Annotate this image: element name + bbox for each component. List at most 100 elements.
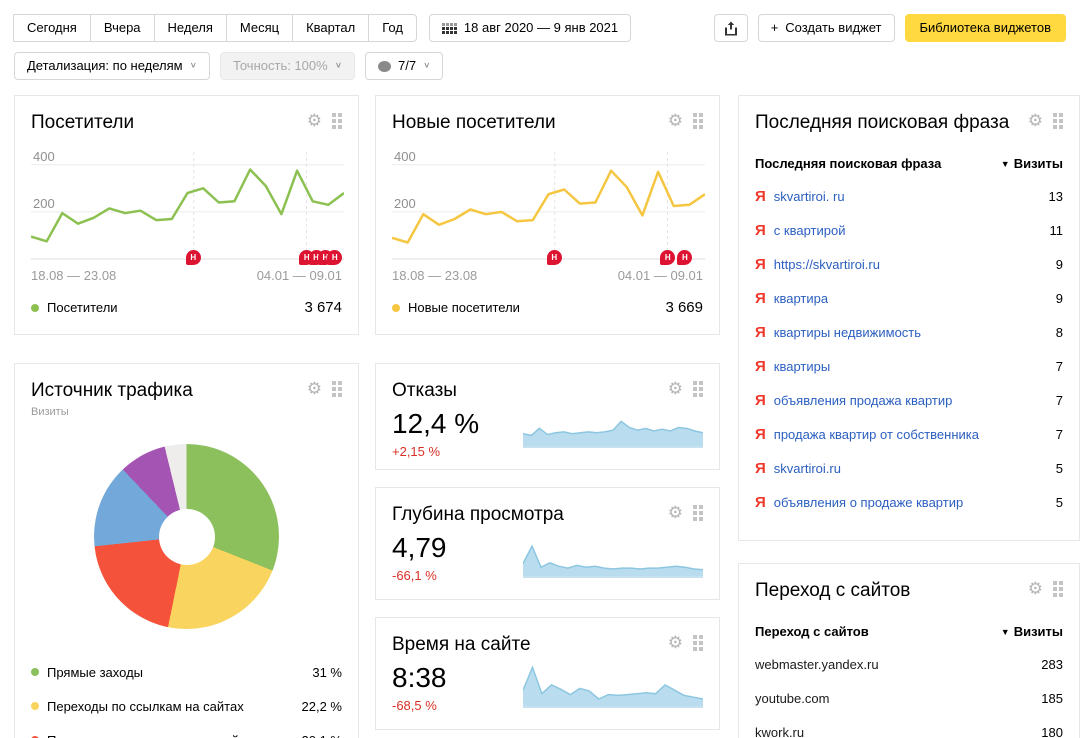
legend-dot (31, 668, 39, 676)
widget-title: Новые посетители (392, 112, 556, 133)
accuracy-label: Точность: 100% (232, 58, 328, 73)
toolbar-periods: Сегодня Вчера Неделя Месяц Квартал Год 18 авг… (13, 14, 632, 42)
time-sparkline[interactable] (522, 660, 704, 713)
share-icon (724, 21, 737, 35)
gear-icon[interactable]: ⚙ (668, 112, 683, 129)
drag-handle-icon[interactable] (1053, 112, 1063, 129)
new-visitors-line-chart[interactable]: 400 200 Н Н Н (391, 148, 706, 265)
gear-icon[interactable]: ⚙ (668, 380, 683, 397)
site-label: youtube.com (755, 690, 830, 706)
chevron-down-icon: ∨ (423, 61, 431, 70)
create-widget-button[interactable]: + Создать виджет (757, 14, 895, 42)
toolbar-actions: + Создать виджет Библиотека виджетов (713, 14, 1066, 42)
table-row: Я https://skvartiroi.ru 9 (755, 247, 1063, 281)
period-button[interactable]: Год (368, 14, 417, 42)
visits-value: 13 (1048, 188, 1063, 204)
gear-icon[interactable]: ⚙ (307, 380, 322, 397)
legend-row: Переходы из социальных сетей 20,1 % (31, 723, 342, 738)
gear-icon[interactable]: ⚙ (668, 634, 683, 651)
period-button[interactable]: Неделя (153, 14, 227, 42)
table-row: Я объявления о продаже квартир 5 (755, 485, 1063, 519)
widget-library-button[interactable]: Библиотека виджетов (904, 14, 1066, 42)
phrase-link[interactable]: skvartiroi. ru (774, 189, 845, 204)
period-button[interactable]: Квартал (292, 14, 370, 42)
visits-value: 283 (1041, 656, 1063, 672)
note-annotation-badge[interactable]: Н (327, 250, 343, 265)
export-button[interactable] (713, 14, 748, 42)
legend-label: Переходы из социальных сетей (47, 733, 239, 738)
table-row: youtube.com 185 (755, 681, 1063, 715)
drag-handle-icon[interactable] (332, 380, 342, 397)
legend-dot (31, 702, 39, 710)
yandex-icon: Я (755, 255, 766, 273)
visits-value: 180 (1041, 724, 1063, 738)
table-row: Я продажа квартир от собственника 7 (755, 417, 1063, 451)
column-header-visits[interactable]: ▼ Визиты (1001, 156, 1063, 171)
toolbar-filters: Детализация: по неделям ∨ Точность: 100%… (14, 52, 444, 80)
visits-value: 185 (1041, 690, 1063, 706)
period-button[interactable]: Вчера (89, 14, 155, 42)
period-button[interactable]: Сегодня (13, 14, 91, 42)
phrase-link[interactable]: продажа квартир от собственника (774, 427, 979, 442)
gear-icon[interactable]: ⚙ (668, 504, 683, 521)
phrase-link[interactable]: https://skvartiroi.ru (774, 257, 880, 272)
detalization-dropdown[interactable]: Детализация: по неделям ∨ (14, 52, 210, 80)
drag-handle-icon[interactable] (693, 380, 703, 397)
note-annotation-badge[interactable]: Н (660, 250, 676, 265)
visits-value: 5 (1055, 494, 1063, 510)
drag-handle-icon[interactable] (693, 504, 703, 521)
legend-total: 3 669 (665, 299, 703, 316)
widget-referral-sites: Переход с сайтов ⚙ Переход с сайтов ▼ Виз… (738, 563, 1080, 738)
phrase-link[interactable]: квартиры (774, 359, 830, 374)
widget-page-depth: Глубина просмотра ⚙ 4,79 -66,1 % (375, 487, 720, 600)
gear-icon[interactable]: ⚙ (1028, 112, 1043, 129)
widget-title: Переход с сайтов (755, 580, 911, 601)
drag-handle-icon[interactable] (693, 634, 703, 651)
drag-handle-icon[interactable] (1053, 580, 1063, 597)
column-header-phrase[interactable]: Последняя поисковая фраза (755, 156, 941, 171)
bounce-sparkline[interactable] (522, 400, 704, 453)
visitors-line-chart[interactable]: 400 200 Н Н Н Н Н (30, 148, 345, 265)
widget-search-phrases: Последняя поисковая фраза ⚙ Последняя по… (738, 95, 1080, 541)
yandex-icon: Я (755, 425, 766, 443)
period-button[interactable]: Месяц (225, 14, 294, 42)
phrase-link[interactable]: skvartiroi.ru (774, 461, 841, 476)
legend-value: 22,2 % (301, 698, 342, 714)
drag-handle-icon[interactable] (332, 112, 342, 129)
notes-dropdown[interactable]: 7/7 ∨ (365, 52, 444, 80)
gear-icon[interactable]: ⚙ (1028, 580, 1043, 597)
visits-value: 5 (1055, 460, 1063, 476)
gear-icon[interactable]: ⚙ (307, 112, 322, 129)
legend-dot (392, 303, 400, 312)
traffic-source-pie-chart[interactable] (94, 444, 279, 629)
phrase-link[interactable]: квартиры недвижимость (774, 325, 921, 340)
notes-count: 7/7 (398, 58, 417, 73)
detalization-label: Детализация: по неделям (27, 58, 183, 73)
period-selector: Сегодня Вчера Неделя Месяц Квартал Год (13, 14, 417, 42)
date-range-button[interactable]: 18 авг 2020 — 9 янв 2021 (428, 14, 632, 42)
note-annotation-badge[interactable]: Н (677, 250, 693, 265)
table-row: Я квартиры 7 (755, 349, 1063, 383)
column-header-site[interactable]: Переход с сайтов (755, 624, 869, 639)
calendar-icon (441, 22, 457, 34)
sort-desc-icon: ▼ (1000, 627, 1010, 637)
visits-value: 9 (1055, 290, 1063, 306)
table-row: Я skvartiroi. ru 13 (755, 179, 1063, 213)
phrase-link[interactable]: с квартирой (774, 223, 846, 238)
phrase-link[interactable]: объявления о продаже квартир (774, 495, 963, 510)
visits-value: 8 (1055, 324, 1063, 340)
chevron-down-icon: ∨ (189, 61, 197, 70)
visits-value: 7 (1055, 358, 1063, 374)
plus-icon: + (770, 20, 779, 35)
phrase-link[interactable]: объявления продажа квартир (774, 393, 953, 408)
yandex-icon: Я (755, 493, 766, 511)
column-header-visits[interactable]: ▼ Визиты (1001, 624, 1063, 639)
note-annotation-badge[interactable]: Н (185, 250, 201, 265)
note-annotation-badge[interactable]: Н (546, 250, 562, 265)
legend-dot (31, 303, 39, 312)
phrase-link[interactable]: квартира (774, 291, 828, 306)
site-label: webmaster.yandex.ru (755, 656, 879, 672)
depth-sparkline[interactable] (522, 530, 704, 583)
yandex-icon: Я (755, 459, 766, 477)
drag-handle-icon[interactable] (693, 112, 703, 129)
